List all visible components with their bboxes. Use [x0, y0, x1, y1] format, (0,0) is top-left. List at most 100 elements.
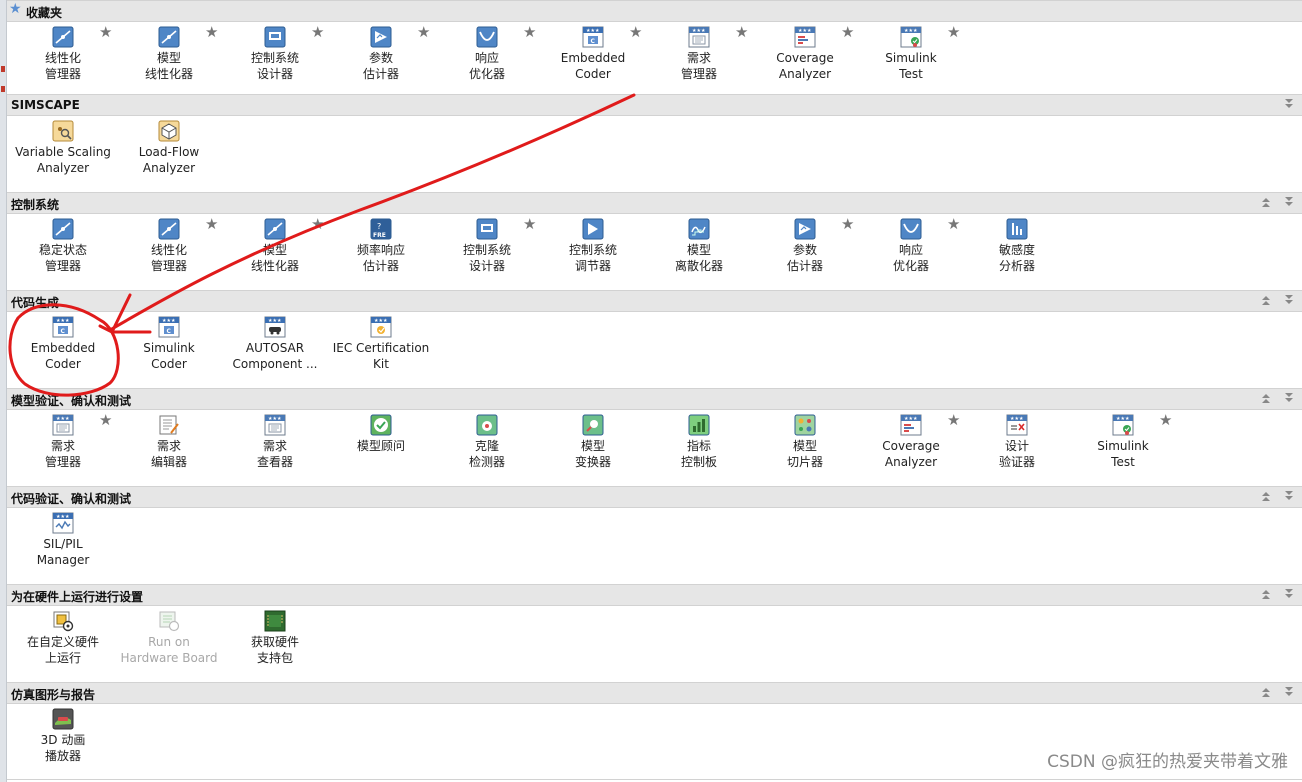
app-tile-control-system-designer[interactable]: 控制系统 设计器 ★	[222, 22, 328, 94]
expand-down-icon[interactable]	[1283, 686, 1295, 703]
app-tile-embedded-coder[interactable]: ★★★ C Embedded Coder ★	[540, 22, 646, 94]
app-tile-label: 模型 切片器	[786, 439, 823, 469]
app-tile-requirements-manager[interactable]: ★★★ 需求 管理器 ★	[646, 22, 752, 94]
app-tile-design-verifier[interactable]: ★★★ 设计 验证器	[964, 410, 1070, 482]
collapse-up-icon[interactable]	[1260, 294, 1272, 311]
app-tile-control-system-tuner[interactable]: 控制系统 调节器	[540, 214, 646, 286]
svg-text:★★★: ★★★	[904, 416, 918, 422]
edge-marker	[1, 86, 5, 92]
favorite-star-icon[interactable]: ★	[629, 23, 642, 41]
favorite-star-icon[interactable]: ★	[417, 23, 430, 41]
favorite-star-icon[interactable]: ★	[841, 23, 854, 41]
frequency-response-estimator-icon: ? FRE	[370, 218, 392, 240]
app-tile-simulink-test[interactable]: ★★★ Simulink Test ★	[858, 22, 964, 94]
collapse-up-icon[interactable]	[1260, 686, 1272, 703]
app-tile-model-transformer[interactable]: 模型 变换器	[540, 410, 646, 482]
svg-text:C: C	[167, 328, 172, 335]
expand-down-icon[interactable]	[1283, 98, 1295, 115]
favorite-star-icon[interactable]: ★	[205, 215, 218, 233]
app-tile-label: 参数 估计器	[786, 243, 823, 273]
app-tile-steady-state-manager[interactable]: 稳定状态 管理器	[10, 214, 116, 286]
section-header[interactable]: ★ 收藏夹	[7, 0, 1302, 22]
section-header[interactable]: 模型验证、确认和测试	[7, 388, 1302, 410]
section-header[interactable]: 为在硬件上运行进行设置	[7, 584, 1302, 606]
app-tile-model-slicer[interactable]: 模型 切片器	[752, 410, 858, 482]
app-tile-requirements-editor[interactable]: 需求 编辑器	[116, 410, 222, 482]
app-tile-autosar-component[interactable]: ★★★ AUTOSAR Component ...	[222, 312, 328, 384]
expand-down-icon[interactable]	[1283, 294, 1295, 311]
favorite-star-icon[interactable]: ★	[735, 23, 748, 41]
favorite-star-icon[interactable]: ★	[947, 215, 960, 233]
app-tile-control-system-designer[interactable]: 控制系统 设计器 ★	[434, 214, 540, 286]
app-tile-sil-pil-manager[interactable]: ★★★ SIL/PIL Manager	[10, 508, 116, 580]
section-header[interactable]: 代码验证、确认和测试	[7, 486, 1302, 508]
section-header[interactable]: 仿真图形与报告	[7, 682, 1302, 704]
expand-down-icon[interactable]	[1283, 196, 1295, 213]
app-tile-iec-certification-kit[interactable]: ★★★ IEC Certification Kit	[328, 312, 434, 384]
app-tile-label: 需求 查看器	[256, 439, 293, 469]
section-title: SIMSCAPE	[11, 98, 80, 112]
app-tile-requirements-manager[interactable]: ★★★ 需求 管理器 ★	[10, 410, 116, 482]
favorite-star-icon[interactable]: ★	[99, 23, 112, 41]
section-header[interactable]: 代码生成	[7, 290, 1302, 312]
svg-text:★★★: ★★★	[268, 416, 282, 422]
favorite-star-icon[interactable]: ★	[99, 411, 112, 429]
app-tile-parameter-estimator[interactable]: 参数 估计器 ★	[752, 214, 858, 286]
favorite-star-icon[interactable]: ★	[205, 23, 218, 41]
app-tile-variable-scaling-analyzer[interactable]: Variable Scaling Analyzer	[10, 116, 116, 188]
app-tile-model-discretizer[interactable]: 模型 离散化器	[646, 214, 752, 286]
app-tile-label: Coverage Analyzer	[882, 439, 940, 469]
app-tile-response-optimizer[interactable]: 响应 优化器 ★	[858, 214, 964, 286]
left-edge-strip	[0, 0, 7, 782]
favorite-star-icon[interactable]: ★	[947, 411, 960, 429]
collapse-up-icon[interactable]	[1260, 392, 1272, 409]
app-tile-simulink-coder[interactable]: ★★★ C Simulink Coder	[116, 312, 222, 384]
app-tile-metrics-dashboard[interactable]: 指标 控制板	[646, 410, 752, 482]
app-tile-response-optimizer[interactable]: 响应 优化器 ★	[434, 22, 540, 94]
app-tile-embedded-coder[interactable]: ★★★ C Embedded Coder	[10, 312, 116, 384]
expand-down-icon[interactable]	[1283, 588, 1295, 605]
app-tile-model-linearizer[interactable]: 模型 线性化器 ★	[222, 214, 328, 286]
favorite-star-icon[interactable]: ★	[841, 215, 854, 233]
sensitivity-analyzer-icon	[1006, 218, 1028, 240]
app-tile-label: 稳定状态 管理器	[38, 243, 87, 273]
collapse-up-icon[interactable]	[1260, 588, 1272, 605]
app-tile-3d-animation-player[interactable]: 3D 动画 播放器	[10, 704, 116, 776]
app-tile-load-flow-analyzer[interactable]: Load-Flow Analyzer	[116, 116, 222, 188]
app-tile-model-linearizer[interactable]: 模型 线性化器 ★	[116, 22, 222, 94]
svg-text:★★★: ★★★	[268, 318, 282, 324]
app-tile-sensitivity-analyzer[interactable]: 敏感度 分析器	[964, 214, 1070, 286]
favorite-star-icon[interactable]: ★	[311, 215, 324, 233]
app-tile-coverage-analyzer[interactable]: ★★★ Coverage Analyzer ★	[752, 22, 858, 94]
favorite-star-icon[interactable]: ★	[947, 23, 960, 41]
svg-text:?: ?	[377, 222, 381, 231]
app-tile-run-on-custom-hardware[interactable]: 在自定义硬件 上运行	[10, 606, 116, 678]
favorite-star-icon[interactable]: ★	[1159, 411, 1172, 429]
section-header[interactable]: SIMSCAPE	[7, 94, 1302, 116]
app-tile-clone-detector[interactable]: 克隆 检测器	[434, 410, 540, 482]
app-tile-label: Variable Scaling Analyzer	[15, 145, 111, 175]
app-tile-simulink-test[interactable]: ★★★ Simulink Test ★	[1070, 410, 1176, 482]
app-tile-get-hardware-support[interactable]: 获取硬件 支持包	[222, 606, 328, 678]
app-tile-label: Embedded Coder	[560, 51, 626, 81]
app-tile-label: AUTOSAR Component ...	[232, 341, 318, 371]
collapse-up-icon[interactable]	[1260, 196, 1272, 213]
app-tile-linearization-manager[interactable]: 线性化 管理器 ★	[116, 214, 222, 286]
favorite-star-icon[interactable]: ★	[523, 23, 536, 41]
section-header[interactable]: 控制系统	[7, 192, 1302, 214]
app-tile-parameter-estimator[interactable]: 参数 估计器 ★	[328, 22, 434, 94]
expand-down-icon[interactable]	[1283, 490, 1295, 507]
svg-text:C: C	[591, 38, 596, 45]
app-tile-model-advisor[interactable]: 模型顾问	[328, 410, 434, 482]
favorite-star-icon[interactable]: ★	[523, 215, 536, 233]
app-tile-linearization-manager[interactable]: 线性化 管理器 ★	[10, 22, 116, 94]
favorite-star-icon[interactable]: ★	[311, 23, 324, 41]
run-on-hardware-board-icon	[158, 610, 180, 632]
app-tile-frequency-response-estimator[interactable]: ? FRE 频率响应 估计器	[328, 214, 434, 286]
app-tile-requirements-viewer[interactable]: ★★★ 需求 查看器	[222, 410, 328, 482]
response-optimizer-icon	[476, 26, 498, 48]
app-tile-label: 控制系统 调节器	[568, 243, 617, 273]
app-tile-coverage-analyzer[interactable]: ★★★ Coverage Analyzer ★	[858, 410, 964, 482]
expand-down-icon[interactable]	[1283, 392, 1295, 409]
collapse-up-icon[interactable]	[1260, 490, 1272, 507]
